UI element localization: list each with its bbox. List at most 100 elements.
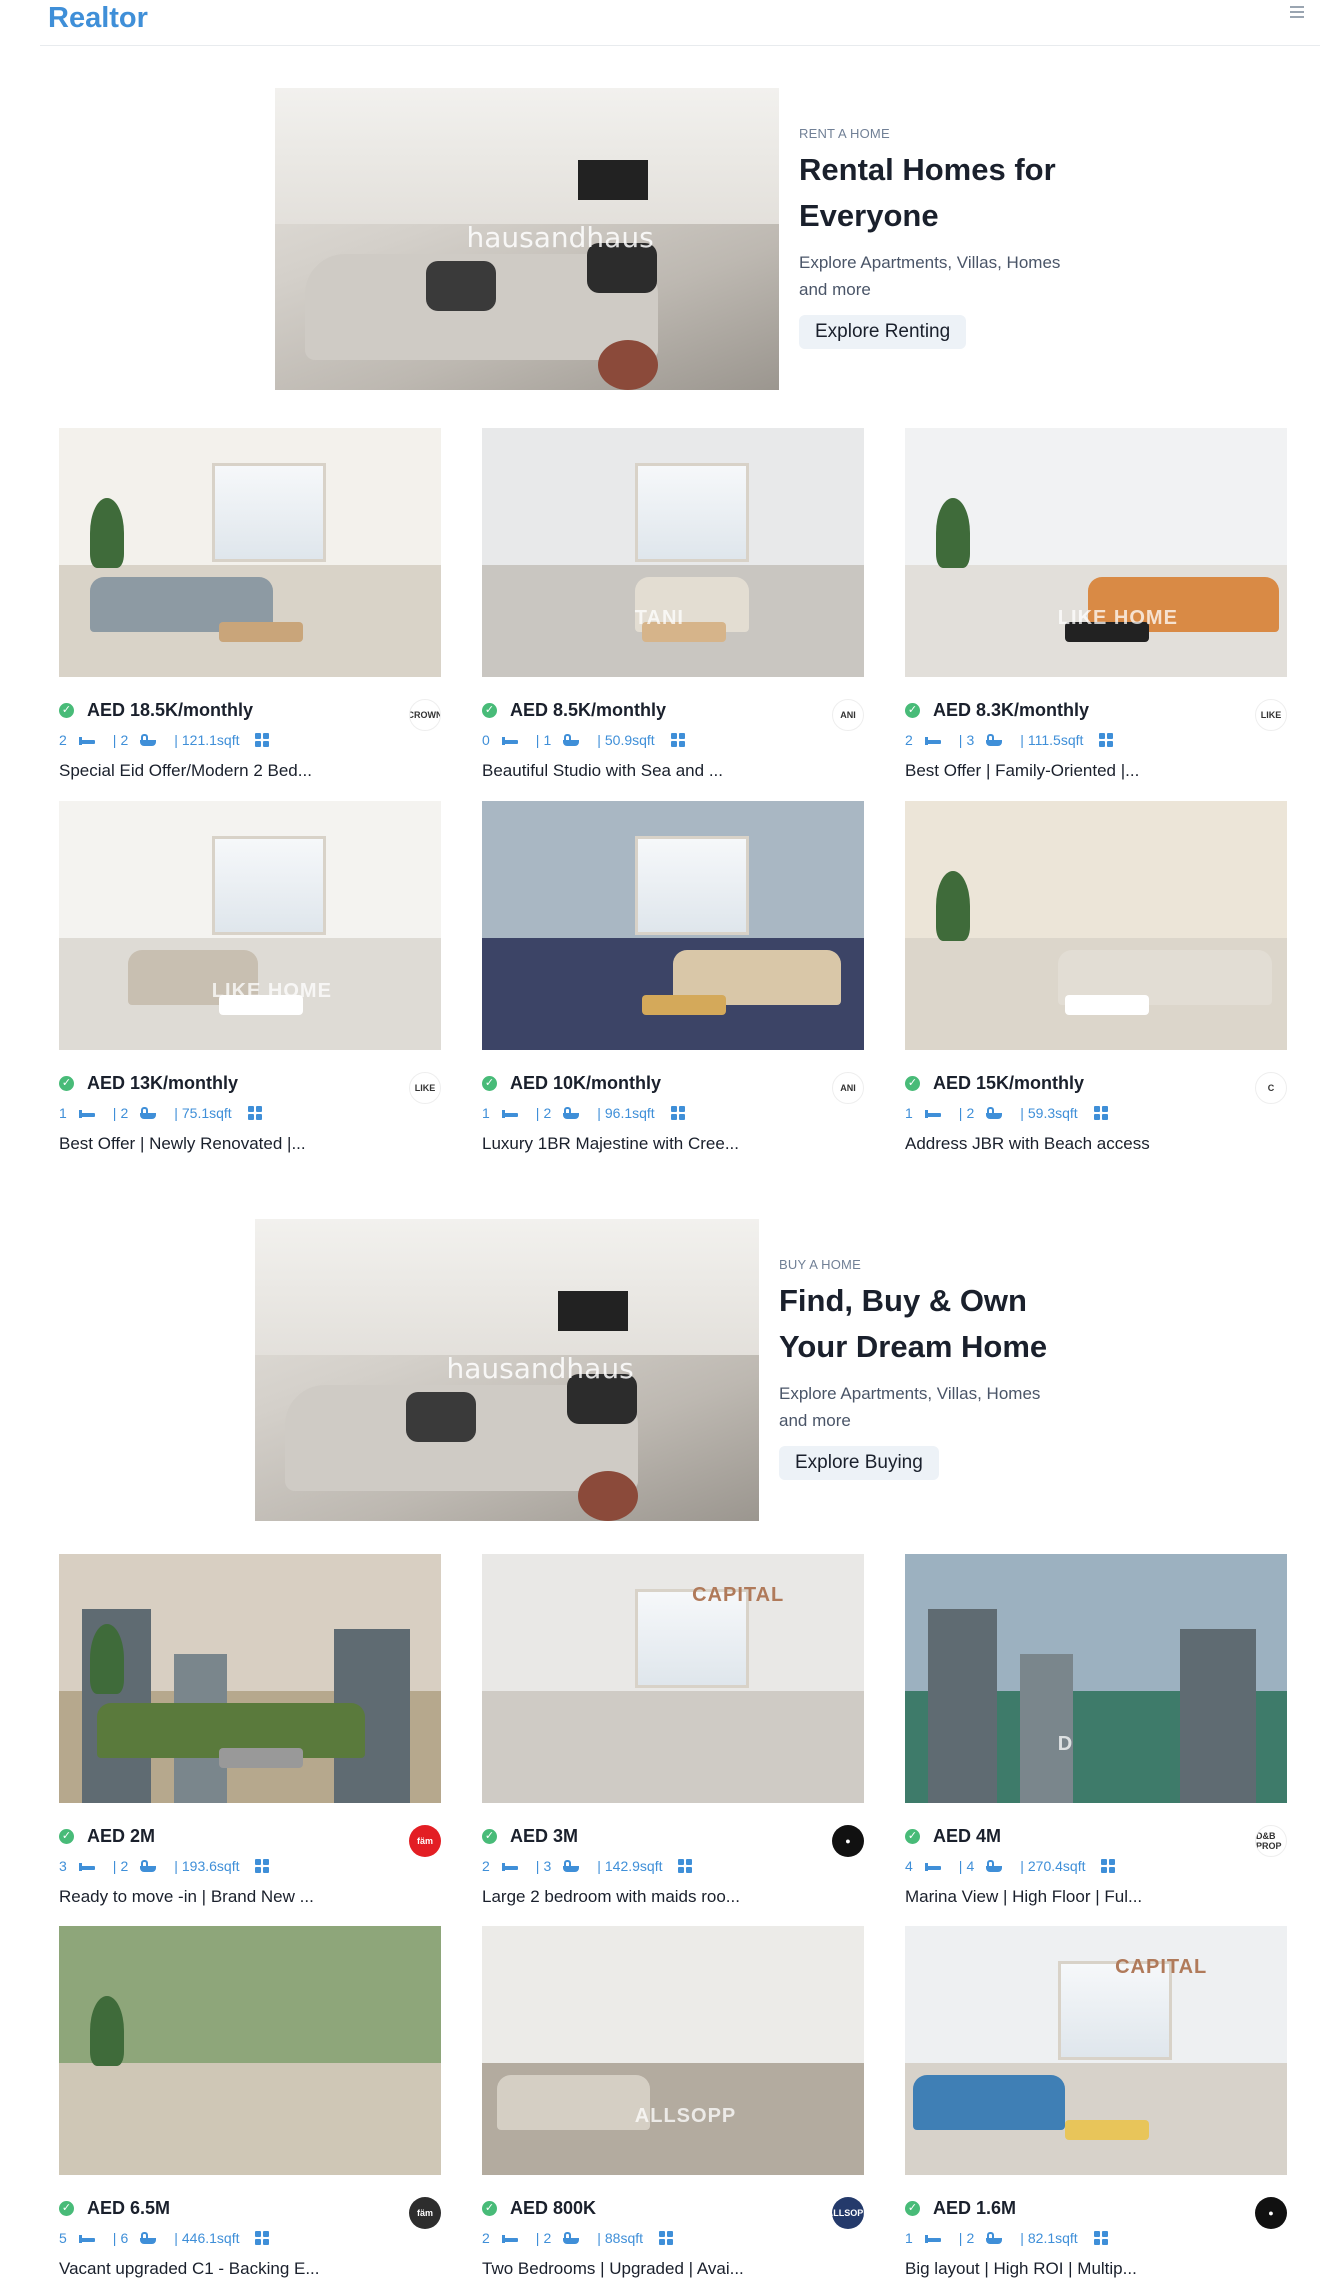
property-image[interactable]: ALLSOPP	[482, 1926, 864, 2175]
property-price: AED 13K/monthly	[87, 1073, 239, 1093]
bath-icon	[563, 1860, 580, 1872]
property-title[interactable]: Luxury 1BR Majestine with Cree...	[482, 1133, 739, 1155]
baths-count: 2	[120, 1105, 129, 1121]
property-info: ✓ AED 10K/monthly ANI 1 | 2 | 96.1sqft L…	[482, 1050, 864, 1161]
verified-check-icon: ✓	[905, 1076, 920, 1091]
agency-logo-icon[interactable]: D&B PROP	[1255, 1825, 1287, 1857]
property-card[interactable]: ✓ AED 10K/monthly ANI 1 | 2 | 96.1sqft L…	[482, 801, 864, 1161]
property-card[interactable]: ✓ AED 18.5K/monthly CROWN 2 | 2 | 121.1s…	[59, 428, 441, 788]
property-image[interactable]: LIKE HOME	[905, 428, 1287, 677]
property-image[interactable]	[59, 428, 441, 677]
property-meta: 2 | 3 | 111.5sqft	[905, 731, 1114, 749]
agency-logo-icon[interactable]: CROWN	[409, 699, 441, 731]
agency-logo-icon[interactable]: C	[1255, 1072, 1287, 1104]
property-image[interactable]: LIKE HOME	[59, 801, 441, 1050]
property-title[interactable]: Big layout | High ROI | Multip...	[905, 2258, 1137, 2280]
property-image[interactable]	[905, 801, 1287, 1050]
property-title[interactable]: Large 2 bedroom with maids roo...	[482, 1886, 740, 1908]
agency-logo-icon[interactable]: ALLSOPP	[832, 2197, 864, 2229]
property-image[interactable]	[59, 1554, 441, 1803]
explore-buying-button[interactable]: Explore Buying	[779, 1446, 939, 1480]
rooms-count: 2	[59, 732, 67, 748]
property-image[interactable]: TANI	[482, 428, 864, 677]
property-image[interactable]	[59, 1926, 441, 2175]
area-value: 142.9sqft	[604, 1858, 663, 1874]
property-image[interactable]: CAPITAL	[905, 1926, 1287, 2175]
property-card[interactable]: ✓ AED 15K/monthly C 1 | 2 | 59.3sqft Add…	[905, 801, 1287, 1161]
property-title[interactable]: Address JBR with Beach access	[905, 1133, 1150, 1155]
property-title[interactable]: Two Bedrooms | Upgraded | Avai...	[482, 2258, 744, 2280]
grid-icon	[247, 1106, 262, 1120]
property-meta: 0 | 1 | 50.9sqft	[482, 731, 685, 749]
bed-icon	[501, 1861, 518, 1871]
separator: |	[174, 1858, 178, 1874]
agency-logo-icon[interactable]: fäm	[409, 2197, 441, 2229]
property-card[interactable]: CAPITAL ✓ AED 1.6M ● 1 | 2 | 82.1sqft Bi…	[905, 1926, 1287, 2286]
property-title[interactable]: Beautiful Studio with Sea and ...	[482, 760, 723, 782]
property-card[interactable]: LIKE HOME ✓ AED 8.3K/monthly LIKE 2 | 3 …	[905, 428, 1287, 788]
area-value: 96.1sqft	[604, 1105, 655, 1121]
agency-logo-icon[interactable]: ●	[832, 1825, 864, 1857]
banner-title: Find, Buy & Own Your Dream Home	[779, 1283, 1048, 1364]
agency-logo-icon[interactable]: ANI	[832, 1072, 864, 1104]
property-title[interactable]: Marina View | High Floor | Ful...	[905, 1886, 1142, 1908]
agency-logo-icon[interactable]: fäm	[409, 1825, 441, 1857]
property-title[interactable]: Special Eid Offer/Modern 2 Bed...	[59, 760, 312, 782]
verified-check-icon: ✓	[482, 703, 497, 718]
property-title[interactable]: Vacant upgraded C1 - Backing E...	[59, 2258, 320, 2280]
menu-icon[interactable]	[1290, 6, 1304, 18]
property-card[interactable]: ✓ AED 6.5M fäm 5 | 6 | 446.1sqft Vacant …	[59, 1926, 441, 2286]
agency-logo-icon[interactable]: ANI	[832, 699, 864, 731]
property-card[interactable]: CAPITAL ✓ AED 3M ● 2 | 3 | 142.9sqft Lar…	[482, 1554, 864, 1914]
property-image[interactable]	[482, 801, 864, 1050]
rooms-count: 4	[905, 1858, 913, 1874]
bath-icon	[986, 2232, 1003, 2244]
verified-check-icon: ✓	[905, 1829, 920, 1844]
property-card[interactable]: ALLSOPP ✓ AED 800K ALLSOPP 2 | 2 | 88sqf…	[482, 1926, 864, 2286]
property-info: ✓ AED 18.5K/monthly CROWN 2 | 2 | 121.1s…	[59, 677, 441, 788]
property-title[interactable]: Best Offer | Family-Oriented |...	[905, 760, 1139, 782]
property-price: AED 8.5K/monthly	[510, 700, 667, 720]
property-image[interactable]: CAPITAL	[482, 1554, 864, 1803]
property-info: ✓ AED 6.5M fäm 5 | 6 | 446.1sqft Vacant …	[59, 2175, 441, 2286]
grid-icon	[1093, 2231, 1108, 2245]
bath-icon	[986, 1860, 1003, 1872]
area-value: 446.1sqft	[181, 2230, 240, 2246]
property-image[interactable]: D	[905, 1554, 1287, 1803]
property-card[interactable]: LIKE HOME ✓ AED 13K/monthly LIKE 1 | 2 |…	[59, 801, 441, 1161]
property-meta: 2 | 2 | 88sqft	[482, 2229, 674, 2247]
separator: |	[112, 1105, 117, 1121]
property-price: AED 18.5K/monthly	[87, 700, 254, 720]
bath-icon	[563, 734, 580, 746]
banner-tag: BUY A HOME	[779, 1257, 861, 1272]
buy-banner-text: BUY A HOME Find, Buy & Own Your Dream Ho…	[759, 1219, 1069, 1521]
bed-icon	[924, 735, 941, 745]
price-row: ✓ AED 3M ●	[482, 1825, 864, 1857]
property-info: ✓ AED 8.3K/monthly LIKE 2 | 3 | 111.5sqf…	[905, 677, 1287, 788]
rooms-count: 0	[482, 732, 490, 748]
property-price: AED 4M	[933, 1826, 1002, 1846]
property-price: AED 8.3K/monthly	[933, 700, 1090, 720]
rent-banner-text: RENT A HOME Rental Homes for Everyone Ex…	[779, 88, 1089, 390]
property-info: ✓ AED 15K/monthly C 1 | 2 | 59.3sqft Add…	[905, 1050, 1287, 1161]
separator: |	[597, 2230, 601, 2246]
agency-logo-icon[interactable]: LIKE	[1255, 699, 1287, 731]
property-title[interactable]: Ready to move -in | Brand New ...	[59, 1886, 314, 1908]
property-card[interactable]: TANI ✓ AED 8.5K/monthly ANI 0 | 1 | 50.9…	[482, 428, 864, 788]
bath-icon	[563, 1107, 580, 1119]
agency-logo-icon[interactable]: LIKE	[409, 1072, 441, 1104]
property-card[interactable]: ✓ AED 2M fäm 3 | 2 | 193.6sqft Ready to …	[59, 1554, 441, 1914]
rooms-count: 1	[59, 1105, 67, 1121]
property-title[interactable]: Best Offer | Newly Renovated |...	[59, 1133, 306, 1155]
property-price: AED 1.6M	[933, 2198, 1017, 2218]
area-value: 82.1sqft	[1027, 2230, 1078, 2246]
grid-icon	[255, 733, 270, 747]
property-info: ✓ AED 3M ● 2 | 3 | 142.9sqft Large 2 bed…	[482, 1803, 864, 1914]
explore-renting-button[interactable]: Explore Renting	[799, 315, 967, 349]
logo[interactable]: Realtor	[48, 0, 148, 36]
separator: |	[958, 1105, 963, 1121]
property-card[interactable]: D ✓ AED 4M D&B PROP 4 | 4 | 270.4sqft Ma…	[905, 1554, 1287, 1914]
agency-logo-icon[interactable]: ●	[1255, 2197, 1287, 2229]
property-meta: 1 | 2 | 82.1sqft	[905, 2229, 1108, 2247]
grid-icon	[670, 733, 685, 747]
